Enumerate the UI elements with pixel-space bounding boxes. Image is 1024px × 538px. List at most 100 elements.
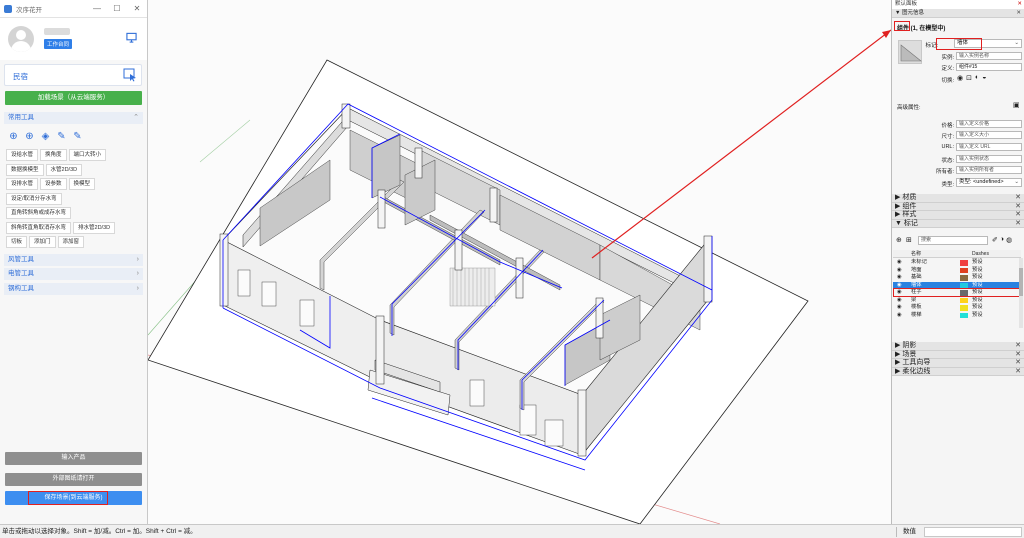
- color-by-tag-icon[interactable]: ◑: [1000, 236, 1004, 244]
- tray-section[interactable]: ▶ 工具向导 ✕: [892, 359, 1024, 368]
- details-icon[interactable]: ◍: [1006, 236, 1012, 244]
- tag-dash[interactable]: 预设: [972, 259, 983, 267]
- maximize-button[interactable]: ☐: [107, 4, 127, 13]
- annotation-arrow-line: [591, 29, 891, 259]
- section-close-icon[interactable]: ✕: [1016, 9, 1021, 17]
- section-hvac-tools[interactable]: 风管工具 ›: [4, 254, 143, 266]
- tool-button[interactable]: 添加门: [29, 236, 56, 248]
- tags-scrollbar[interactable]: [1019, 258, 1023, 328]
- tool-button[interactable]: 切板: [6, 236, 28, 248]
- eye-icon[interactable]: ◉: [897, 304, 902, 312]
- tag-color-swatch[interactable]: [960, 275, 968, 281]
- chevron-down-icon: ⌄: [1014, 40, 1019, 46]
- shadow-receive-icon[interactable]: ◒: [982, 74, 986, 82]
- eye-icon[interactable]: ◉: [897, 274, 902, 282]
- tool-button[interactable]: 直角转斜角或成存水弯: [6, 207, 72, 219]
- url-input[interactable]: 输入定义 URL: [956, 143, 1022, 151]
- tag-row[interactable]: ◉ 未标记 预设: [893, 259, 1021, 267]
- project-name: 民宿: [13, 72, 28, 81]
- tag-dash[interactable]: 预设: [972, 304, 983, 312]
- section-steel-tools[interactable]: 钢构工具 ›: [4, 283, 143, 295]
- eye-icon[interactable]: ◉: [957, 74, 963, 82]
- folder-add-icon[interactable]: ⊞: [906, 236, 912, 244]
- tag-dash[interactable]: 预设: [972, 312, 983, 320]
- globe-icon[interactable]: ⊕: [8, 131, 19, 142]
- tag-dash[interactable]: 预设: [972, 274, 983, 282]
- section-common-tools[interactable]: 常用工具 ⌃: [4, 112, 143, 124]
- plus-icon[interactable]: ⊕: [896, 236, 902, 244]
- tag-row[interactable]: ◉ 基础 预设: [893, 274, 1021, 282]
- eye-icon[interactable]: ◉: [897, 312, 902, 320]
- definition-input[interactable]: 组件#15: [956, 63, 1022, 71]
- monitor-icon[interactable]: [126, 32, 137, 43]
- cursor-select-icon[interactable]: [123, 68, 137, 82]
- tool-button[interactable]: 水管2D/3D: [45, 163, 83, 176]
- tag-color-swatch[interactable]: [960, 312, 968, 318]
- details-icon[interactable]: ▣: [1013, 101, 1020, 109]
- lock-icon[interactable]: ⊡: [966, 74, 972, 82]
- tray-section[interactable]: ▶ 场景 ✕: [892, 350, 1024, 359]
- tool-button[interactable]: 设给水管: [6, 149, 39, 161]
- section-components[interactable]: ▶ 组件 ✕: [892, 202, 1024, 211]
- open-external-button[interactable]: 外部图纸请打开: [5, 473, 142, 486]
- pen-icon[interactable]: ✎: [56, 131, 67, 142]
- type-select[interactable]: 类型: <undefined> ⌄: [956, 178, 1022, 187]
- tag-color-swatch[interactable]: [960, 305, 968, 311]
- status-input[interactable]: 输入实例状态: [956, 155, 1022, 163]
- user-area: 工作台同: [0, 18, 147, 60]
- minimize-button[interactable]: —: [87, 4, 107, 13]
- tool-button[interactable]: 端口大转小: [68, 149, 107, 161]
- tag-dash[interactable]: 预设: [972, 267, 983, 275]
- close-button[interactable]: ✕: [127, 4, 147, 13]
- chevron-down-icon: ⌄: [1014, 179, 1019, 185]
- load-scene-button[interactable]: 加载场景（从云端服务）: [5, 91, 142, 105]
- model-canvas[interactable]: [148, 0, 891, 524]
- tool-button[interactable]: 换角度: [40, 149, 67, 161]
- tag-search-input[interactable]: 搜索: [918, 236, 988, 245]
- tag-row[interactable]: ◉ 梁 预设: [893, 297, 1021, 305]
- tray-close-icon[interactable]: ✕: [1017, 0, 1022, 9]
- size-label: 尺寸:: [941, 134, 954, 140]
- avatar[interactable]: [8, 26, 34, 52]
- eyedropper-icon[interactable]: ✐: [992, 236, 998, 244]
- instance-input[interactable]: 输入实例名称: [956, 52, 1022, 60]
- tag-color-swatch[interactable]: [960, 260, 968, 266]
- tool-button[interactable]: 设定/取消分存水弯: [6, 192, 62, 205]
- eye-icon[interactable]: ◉: [897, 259, 902, 267]
- tag-dash[interactable]: 预设: [972, 297, 983, 305]
- pen-alt-icon[interactable]: ✎: [72, 131, 83, 142]
- measurements-input[interactable]: [924, 527, 1022, 537]
- eye-icon[interactable]: ◉: [897, 297, 902, 305]
- section-tags[interactable]: ▼ 标记 ✕: [892, 219, 1024, 228]
- layers-icon[interactable]: ◈: [40, 131, 51, 142]
- tag-color-swatch[interactable]: [960, 267, 968, 273]
- tag-color-swatch[interactable]: [960, 297, 968, 303]
- tag-row[interactable]: ◉ 地面 预设: [893, 267, 1021, 275]
- tray-section[interactable]: ▶ 阴影 ✕: [892, 342, 1024, 351]
- tool-button[interactable]: 设排水管: [6, 178, 39, 190]
- tool-button[interactable]: 设参数: [40, 178, 67, 190]
- eye-icon[interactable]: ◉: [897, 267, 902, 275]
- section-styles[interactable]: ▶ 样式 ✕: [892, 211, 1024, 220]
- import-product-button[interactable]: 输入产品: [5, 452, 142, 465]
- tool-button[interactable]: 换模型: [68, 178, 96, 190]
- tag-row[interactable]: ◉ 楼梯 预设: [893, 312, 1021, 320]
- shadow-cast-icon[interactable]: ◐: [975, 74, 979, 82]
- tray-section[interactable]: ▶ 柔化边线 ✕: [892, 367, 1024, 376]
- tool-button[interactable]: 排水管2D/3D: [73, 221, 116, 234]
- section-electrical-tools[interactable]: 电管工具 ›: [4, 268, 143, 280]
- username: [44, 28, 70, 35]
- project-card[interactable]: 民宿: [4, 64, 142, 86]
- tool-button[interactable]: 数据换模型: [6, 163, 44, 176]
- section-materials[interactable]: ▶ 材质 ✕: [892, 194, 1024, 203]
- tool-button[interactable]: 添加窗: [57, 236, 85, 248]
- section-entity-info[interactable]: ▼ 图元信息 ✕: [892, 9, 1024, 18]
- size-input[interactable]: 输入定义大小: [956, 131, 1022, 139]
- globe-grid-icon[interactable]: ⊕: [24, 131, 35, 142]
- tag-row[interactable]: ◉ 楼板 预设: [893, 304, 1021, 312]
- model-viewport[interactable]: [148, 0, 891, 524]
- tool-button[interactable]: 斜角转直角取消存水弯: [6, 221, 72, 234]
- price-input[interactable]: 输入定义价格: [956, 120, 1022, 128]
- owner-input[interactable]: 输入实例所有者: [956, 166, 1022, 174]
- chevron-right-icon: ›: [136, 270, 139, 277]
